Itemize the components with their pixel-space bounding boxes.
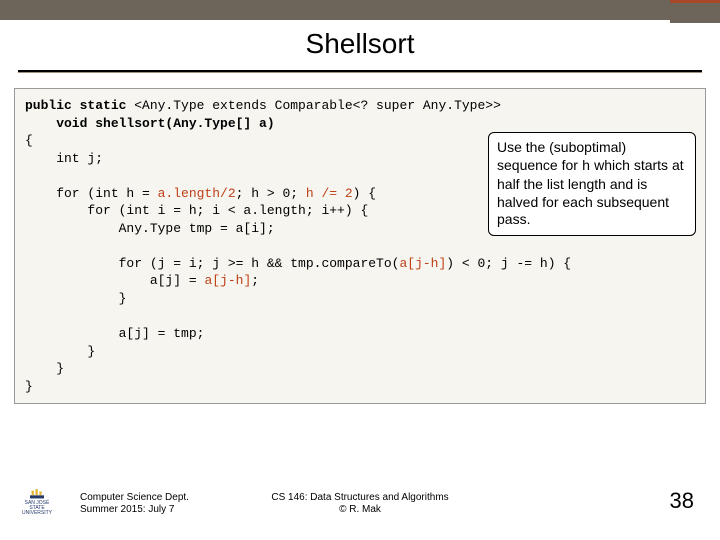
title-underline [18,70,702,73]
code-text: <Any.Type extends Comparable<? super Any… [134,98,501,113]
code-text: int j; [25,151,103,166]
code-highlight: h /= 2 [306,186,353,201]
code-highlight: a[j-h] [204,273,251,288]
code-text: public static [25,98,134,113]
code-text: { [25,133,33,148]
code-text: a[j] = [25,273,204,288]
code-text: for (int i = h; i < a.length; i++) { [25,203,368,218]
code-highlight: a.length/2 [158,186,236,201]
footer-author: © R. Mak [0,504,720,516]
code-text: ) < 0; j -= h) { [446,256,571,271]
footer-center: CS 146: Data Structures and Algorithms ©… [0,492,720,516]
code-text: Any.Type tmp = a[i]; [25,221,275,236]
code-text: for (int h = [25,186,158,201]
code-text: ; h > 0; [236,186,306,201]
code-text: } [25,361,64,376]
slide-top-bar [0,0,720,20]
code-text: } [25,291,126,306]
slide-footer: SAN JOSÉ STATE UNIVERSITY Computer Scien… [0,480,720,522]
title-area: Shellsort [0,28,720,73]
code-text: for (j = i; j >= h && tmp.compareTo( [25,256,399,271]
annotation-callout: Use the (suboptimal) sequence for h whic… [488,132,696,236]
slide-title: Shellsort [306,28,415,60]
code-highlight: a[j-h] [399,256,446,271]
page-number: 38 [670,488,694,514]
code-text: } [25,344,95,359]
code-text: ) { [353,186,376,201]
callout-var: h [582,159,590,175]
code-text: ; [251,273,259,288]
code-text: } [25,379,33,394]
footer-course: CS 146: Data Structures and Algorithms [0,492,720,504]
slide-accent-block [670,3,720,23]
code-text: a[j] = tmp; [25,326,204,341]
code-text: void shellsort(Any.Type[] a) [25,116,275,131]
